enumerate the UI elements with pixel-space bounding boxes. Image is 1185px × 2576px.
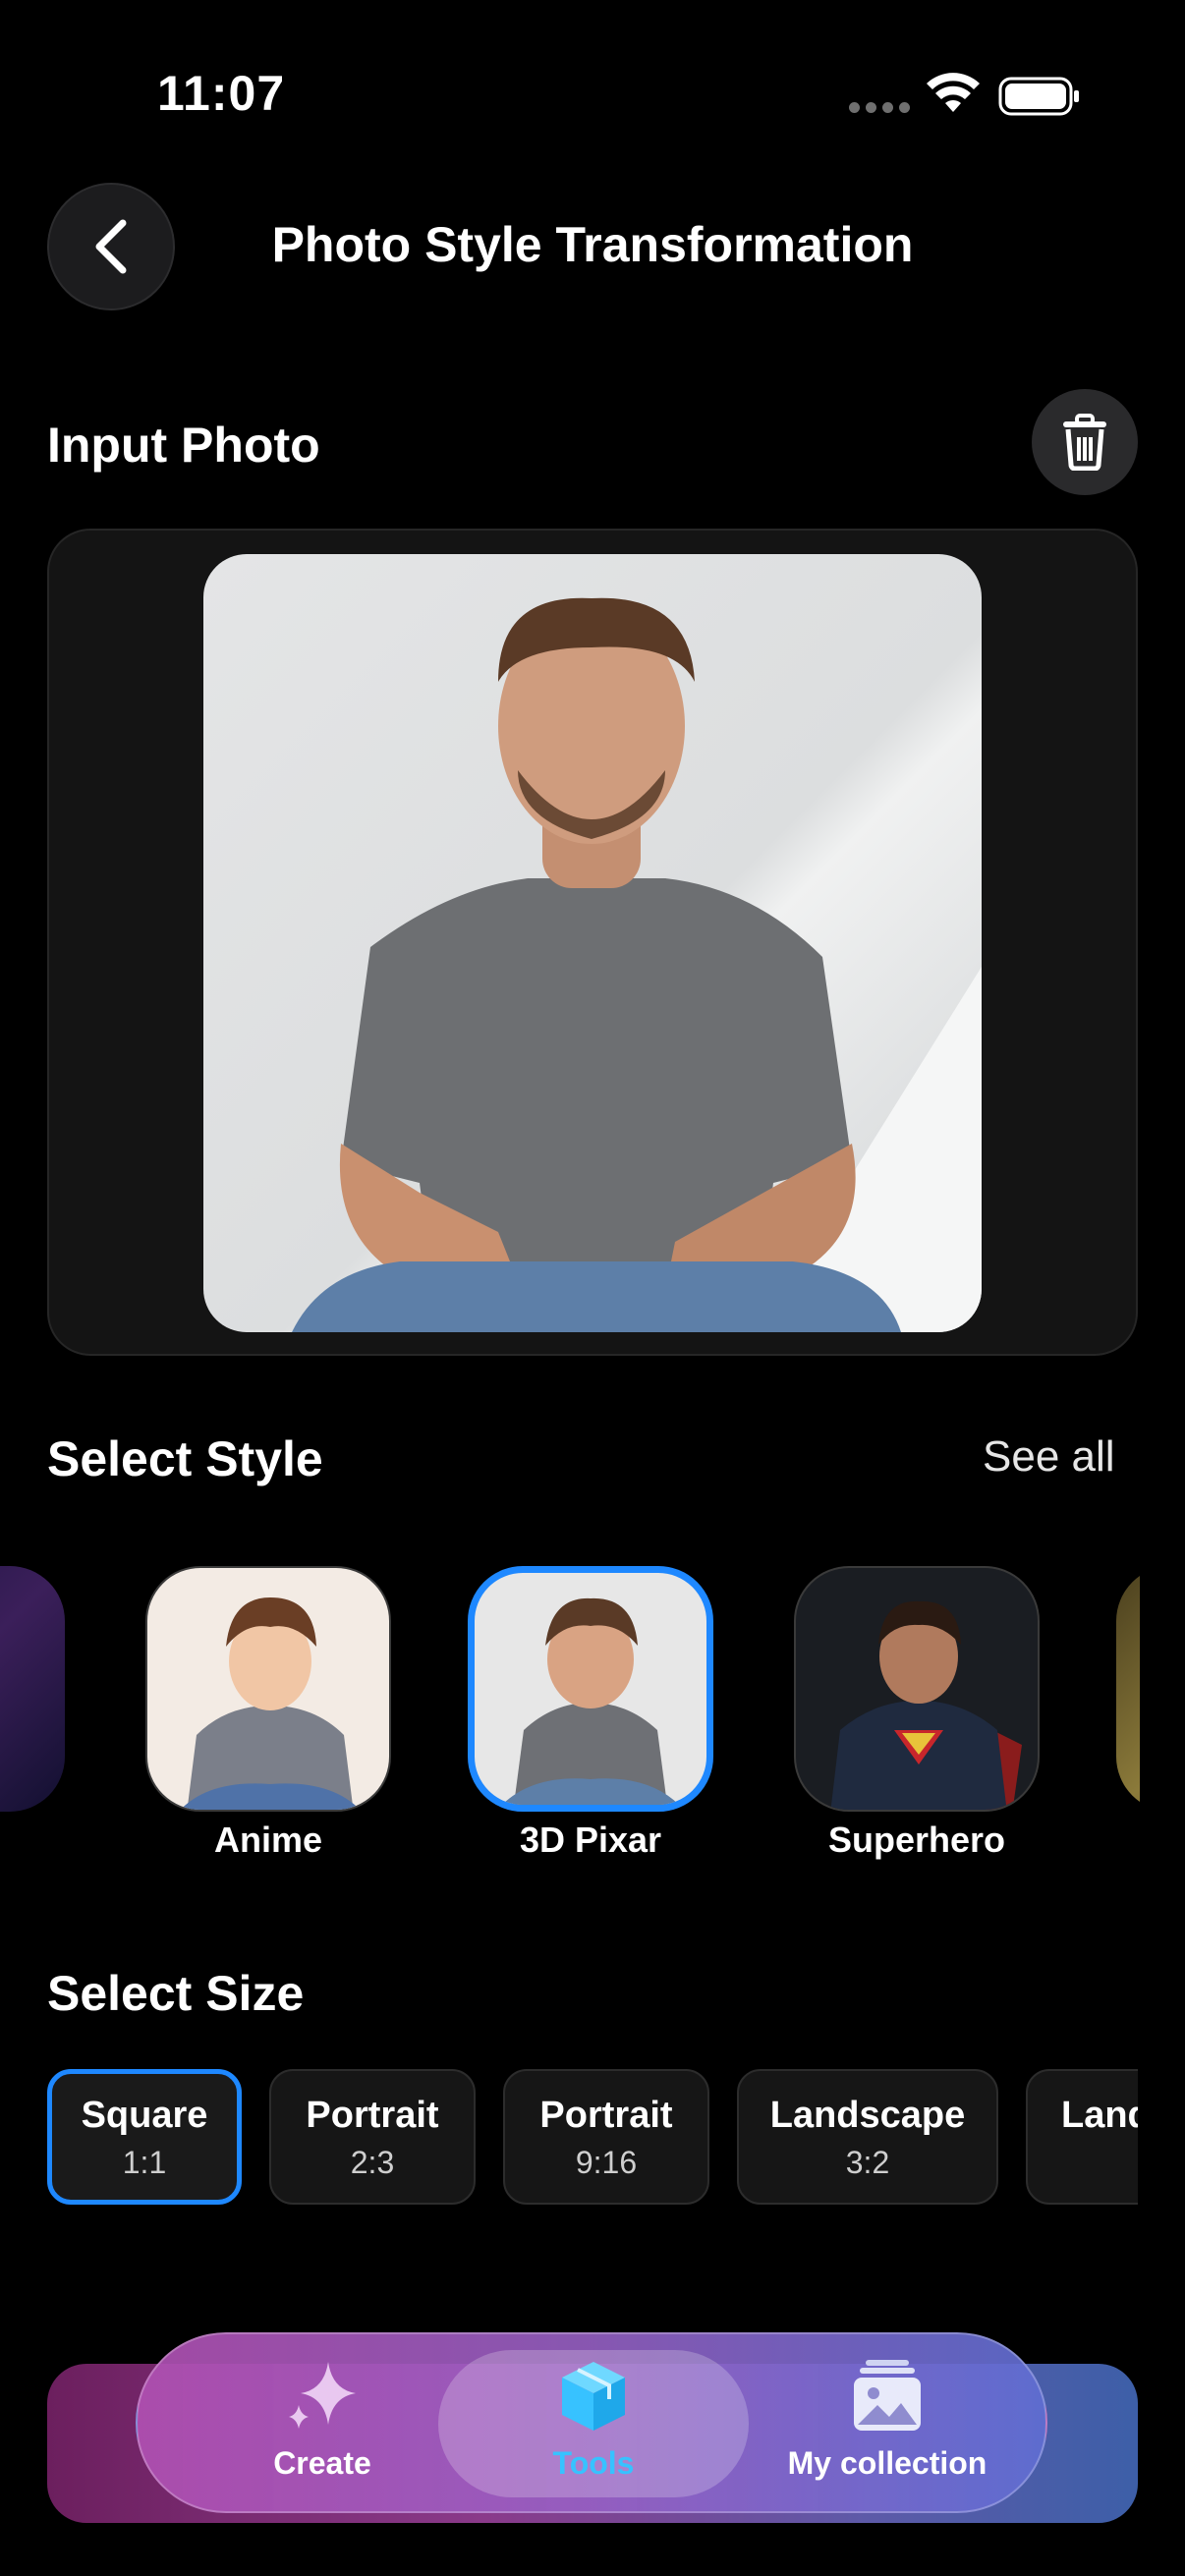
size-chip-label: Square	[81, 2095, 208, 2136]
tab-label: My collection	[787, 2445, 988, 2481]
tab-bar: Create Tools My collection	[136, 2332, 1047, 2513]
see-all-link[interactable]: See all	[983, 1432, 1115, 1482]
size-chip-ratio: 1:1	[122, 2145, 167, 2180]
size-chip-portrait-2-3[interactable]: Portrait 2:3	[269, 2069, 476, 2205]
input-photo	[203, 554, 982, 1332]
size-chip-label: Land	[1061, 2095, 1138, 2136]
style-option-anime[interactable]: Anime	[145, 1566, 391, 1861]
superhero-thumbnail	[794, 1566, 1040, 1812]
delete-photo-button[interactable]	[1032, 389, 1138, 495]
size-chip-label: Landscape	[769, 2095, 966, 2136]
tab-create[interactable]: Create	[236, 2356, 409, 2482]
style-option-superhero[interactable]: Superhero	[794, 1566, 1040, 1861]
size-chip-ratio: 9:16	[575, 2145, 638, 2180]
anime-thumbnail	[145, 1566, 391, 1812]
tab-tools[interactable]: Tools	[481, 2356, 705, 2482]
status-time: 11:07	[157, 66, 286, 121]
select-style-title: Select Style	[47, 1431, 323, 1486]
page-title: Photo Style Transformation	[271, 217, 914, 272]
input-photo-title: Input Photo	[47, 418, 320, 473]
cube-icon	[562, 2362, 625, 2431]
style-label: Anime	[213, 1820, 323, 1860]
size-chip-ratio: 3:2	[845, 2145, 890, 2180]
style-label: 3D Pixar	[519, 1820, 662, 1860]
app-screen: 11:07 Photo Style Transformation Input P…	[0, 0, 1185, 2576]
tab-label: Tools	[552, 2445, 635, 2481]
size-chip-portrait-9-16[interactable]: Portrait 9:16	[503, 2069, 709, 2205]
size-chip-landscape-3-2[interactable]: Landscape 3:2	[737, 2069, 998, 2205]
style-thumb-partial-left[interactable]	[0, 1566, 65, 1812]
style-label: Superhero	[827, 1820, 1006, 1860]
size-chip-ratio: 1	[1061, 2145, 1138, 2181]
style-thumb-partial-right[interactable]	[1116, 1566, 1140, 1812]
style-option-3d-pixar[interactable]: 3D Pixar	[468, 1566, 713, 1861]
size-chip-landscape-partial[interactable]: Land 1	[1026, 2069, 1138, 2205]
tab-label: Create	[273, 2445, 371, 2481]
size-chip-square[interactable]: Square 1:1	[47, 2069, 242, 2205]
size-chip-ratio: 2:3	[350, 2145, 395, 2180]
pixar-thumbnail	[468, 1566, 713, 1812]
size-chip-label: Portrait	[539, 2095, 673, 2136]
battery-icon	[998, 77, 1079, 116]
wifi-icon	[927, 73, 980, 112]
trash-icon	[1063, 414, 1106, 471]
size-chip-label: Portrait	[306, 2095, 439, 2136]
sparkle-icon	[289, 2362, 356, 2429]
tab-my-collection[interactable]: My collection	[764, 2356, 1010, 2482]
select-size-title: Select Size	[47, 1966, 305, 2021]
photo-stack-icon	[854, 2360, 921, 2431]
cellular-signal-icon	[849, 102, 910, 113]
